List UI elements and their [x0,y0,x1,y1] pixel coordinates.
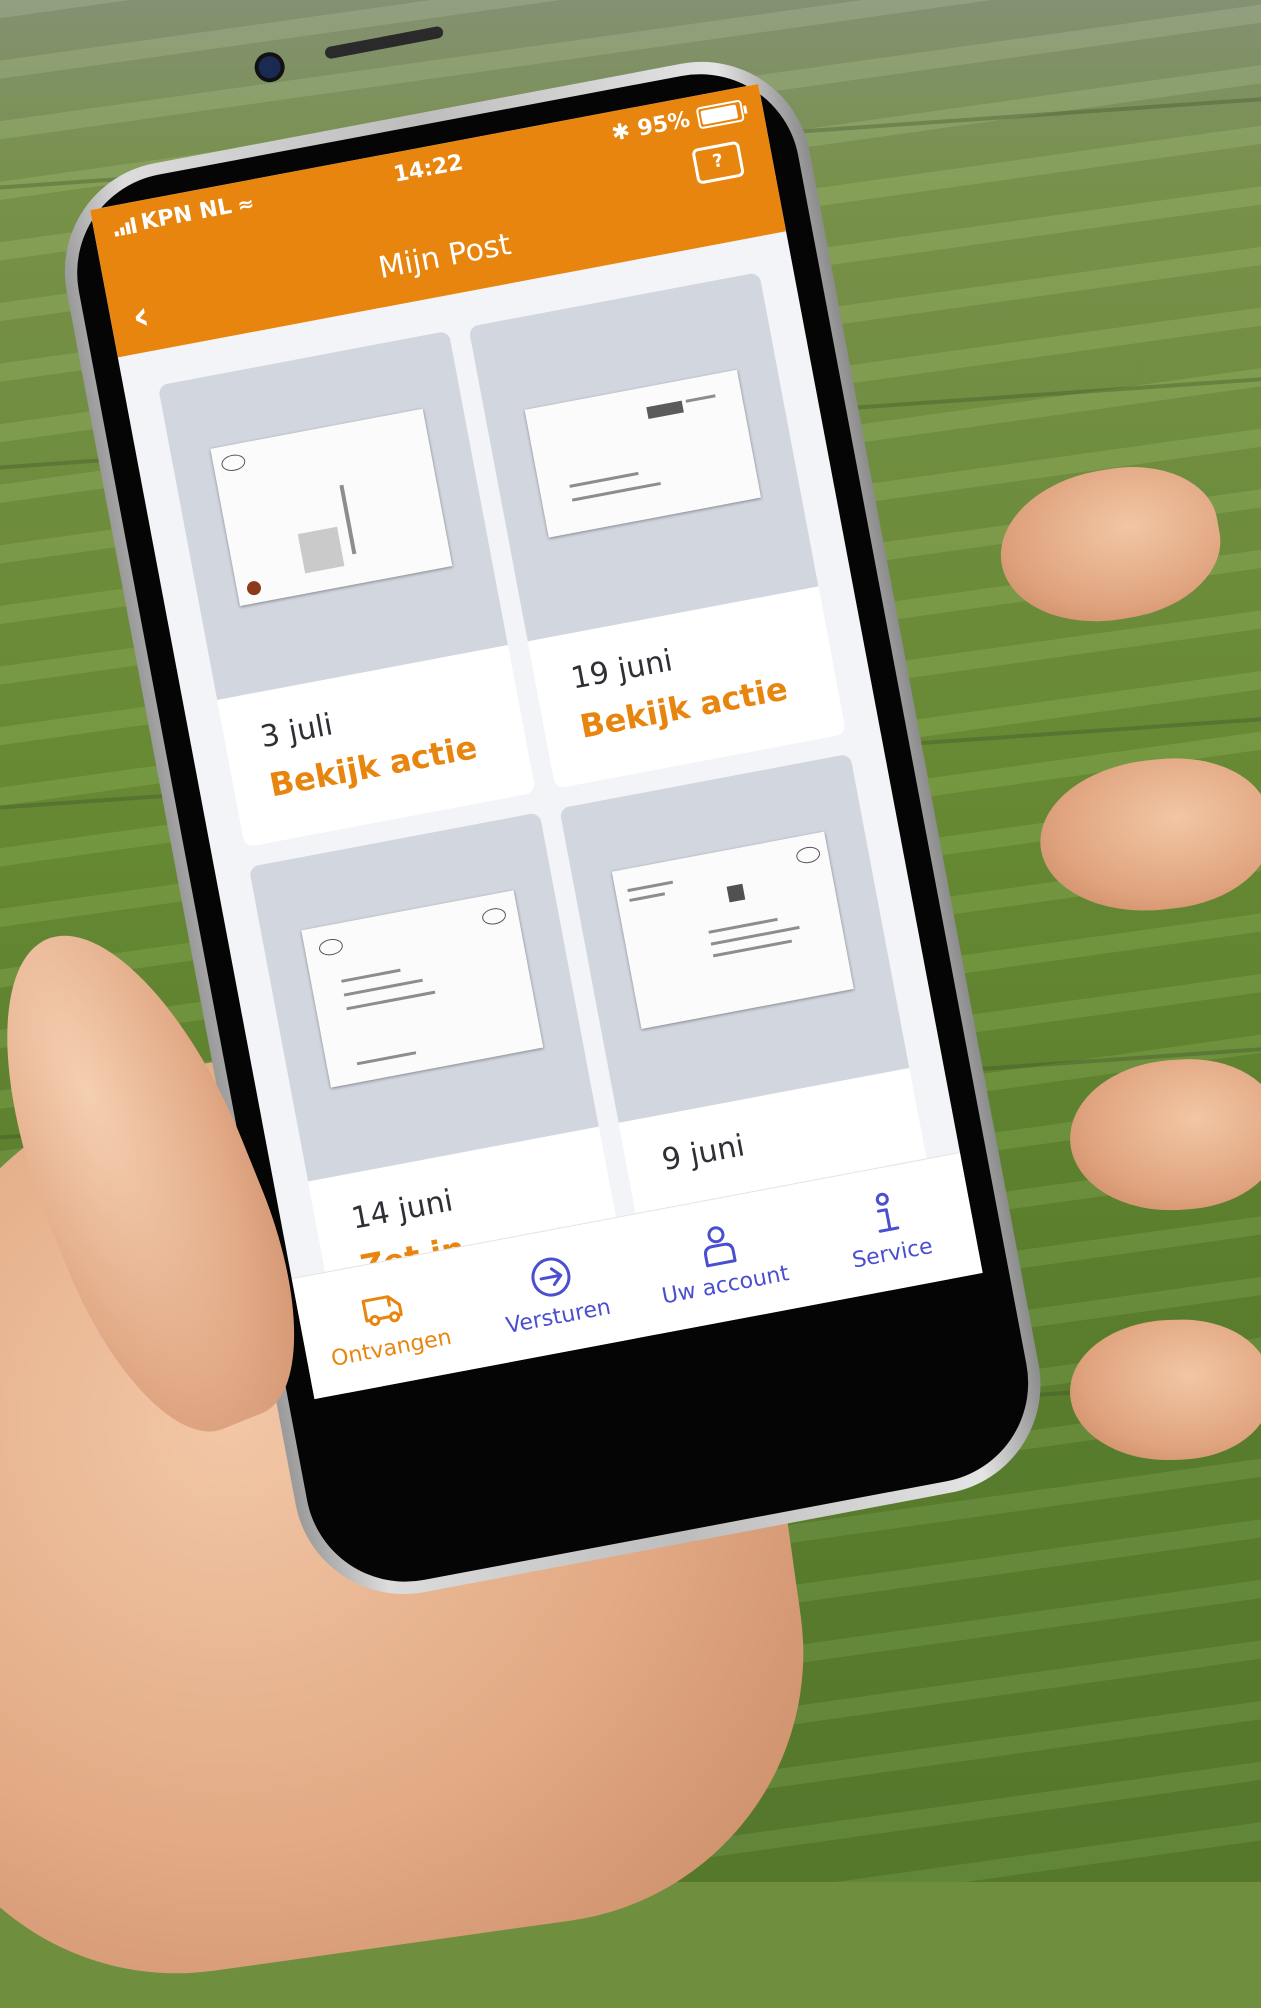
arrow-circle-icon [525,1251,576,1302]
tab-label: Uw account [659,1260,791,1310]
info-icon [859,1188,910,1239]
van-icon [358,1282,409,1333]
battery-icon [695,98,745,130]
post-thumbnail [468,271,819,642]
post-card[interactable]: 9 juni [559,753,928,1222]
post-thumbnail [157,330,508,700]
envelope-image [301,890,544,1088]
tab-label: Versturen [503,1294,613,1339]
help-chat-icon[interactable]: ? [691,140,746,185]
envelope-image [611,831,854,1029]
card-date: 9 juni [659,1128,748,1179]
post-card[interactable]: 3 juli Bekijk actie [157,330,536,848]
envelope-image [210,408,453,607]
post-card[interactable]: 19 juni Bekijk actie [468,271,847,789]
battery-percent: 95% [635,107,693,142]
bluetooth-icon: ✱ [609,118,633,147]
tab-label: Service [850,1233,935,1274]
post-thumbnail [559,753,910,1123]
tab-label: Ontvangen [329,1324,454,1372]
envelope-image [524,369,762,538]
post-thumbnail [248,812,599,1182]
user-icon [692,1219,743,1270]
